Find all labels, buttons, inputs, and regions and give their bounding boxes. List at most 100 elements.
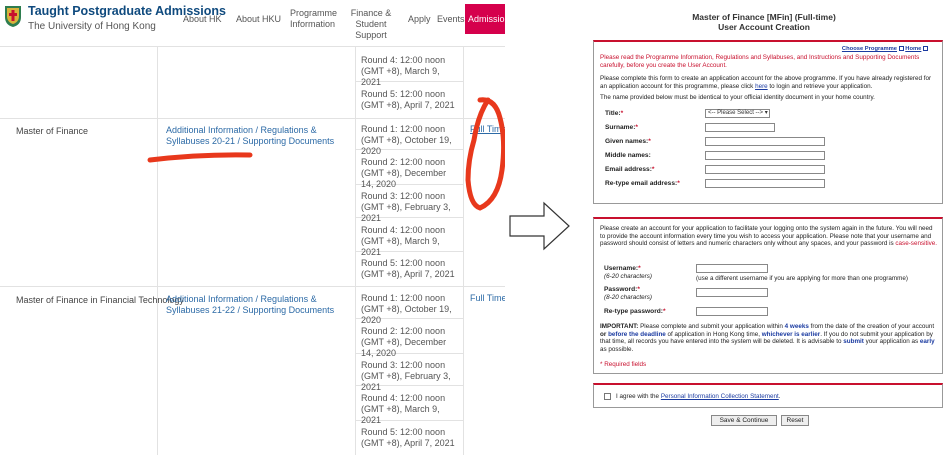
consent-section: I agree with the Personal Information Co… (593, 383, 943, 408)
important-early: early (919, 338, 935, 346)
round-cell: Round 3: 12:00 noon (GMT +8), February 3… (361, 191, 451, 223)
retype-email-label-text: Re-type email address: (605, 180, 678, 187)
nav-programme-information[interactable]: Programme Information (290, 8, 337, 30)
site-subtitle: The University of Hong Kong (28, 21, 156, 32)
circle-annotation (465, 97, 505, 211)
account-intro: Please create an account for your applic… (600, 225, 938, 248)
important-t2: from the date of the creation of your ac… (810, 323, 935, 330)
retype-email-input[interactable] (705, 179, 825, 188)
given-names-label-text: Given names: (605, 138, 649, 145)
mfin-full-time-link[interactable]: Full Time (470, 124, 505, 134)
nav-finance-student-support[interactable]: Finance & Student Support (343, 8, 399, 41)
important-notice: IMPORTANT: Please complete and submit yo… (600, 323, 940, 353)
identity-note: The name provided below must be identica… (600, 94, 875, 101)
agree-pre-text: I agree with the (616, 393, 660, 400)
round-cell: Round 1: 12:00 noon (GMT +8), October 19… (361, 293, 452, 325)
form-title-line1: Master of Finance [MFin] (Full-time) (692, 12, 836, 22)
account-creation-form-page: Master of Finance [MFin] (Full-time) Use… (583, 0, 945, 455)
round-cell: Round 1: 12:00 noon (GMT +8), October 19… (361, 124, 452, 156)
round-cell: Round 4: 12:00 noon (GMT +8), March 9, 2… (361, 55, 446, 87)
case-sensitive-text: case-sensitive. (895, 240, 938, 248)
important-t1: Please complete and submit your applicat… (640, 323, 783, 330)
agree-checkbox[interactable] (604, 393, 611, 400)
email-input[interactable] (705, 165, 825, 174)
mfintech-full-time-link[interactable]: Full Time (470, 293, 505, 303)
important-or: or (600, 330, 607, 338)
important-earlier: whichever is earlier (761, 330, 821, 338)
surname-input[interactable] (705, 123, 775, 132)
round-cell: Round 4: 12:00 noon (GMT +8), March 9, 2… (361, 393, 446, 425)
mfin-documents-link[interactable]: Additional Information / Regulations & S… (166, 125, 346, 147)
password-label: Password:* (604, 286, 640, 293)
site-header: Taught Postgraduate Admissions The Unive… (0, 0, 505, 40)
important-t5: your application as (865, 338, 919, 346)
reset-button[interactable]: Reset (781, 415, 809, 426)
retype-password-label-text: Re-type password: (604, 308, 663, 315)
nav-admissions[interactable]: Admissions (465, 4, 505, 34)
programme-listing-page: Taught Postgraduate Admissions The Unive… (0, 0, 505, 455)
programme-name-mfin: Master of Finance (16, 126, 89, 136)
form-title: Master of Finance [MFin] (Full-time) Use… (583, 12, 945, 32)
username-input[interactable] (696, 264, 768, 273)
important-before: before the deadline (608, 330, 666, 338)
round-cell: Round 5: 12:00 noon (GMT +8), April 7, 2… (361, 89, 455, 110)
middle-names-label: Middle names: (605, 152, 651, 159)
title-select[interactable]: <-- Please Select --> ▾ (705, 109, 770, 118)
required-fields-note: * Required fields (600, 361, 647, 368)
password-input[interactable] (696, 288, 768, 297)
nav-apply[interactable]: Apply (408, 14, 431, 25)
right-arrow-icon (509, 201, 570, 251)
round-cell: Round 4: 12:00 noon (GMT +8), March 9, 2… (361, 225, 446, 257)
important-lead: IMPORTANT: (600, 323, 639, 330)
email-label-text: Email address: (605, 166, 652, 173)
programme-name-mfintech: Master of Finance in Financial Technolog… (16, 295, 184, 305)
account-section: Please create an account for your applic… (593, 217, 943, 374)
external-window-icon (923, 46, 928, 51)
personal-details-section: Choose Programme Home Please read the Pr… (593, 40, 943, 204)
title-label: Title:* (605, 110, 624, 117)
email-label: Email address:* (605, 166, 655, 173)
important-weeks: 4 weeks (784, 323, 809, 330)
intro-text-b: to login and retrieve your application. (769, 82, 873, 90)
home-link[interactable]: Home (905, 46, 921, 52)
external-window-icon (898, 46, 904, 51)
important-t3: of application in Hong Kong time, (667, 330, 760, 338)
agree-text: I agree with the Personal Information Co… (616, 393, 781, 400)
username-label: Username:* (604, 265, 641, 272)
retype-password-label: Re-type password:* (604, 308, 666, 315)
middle-names-input[interactable] (705, 151, 825, 160)
login-here-link[interactable]: here (755, 83, 768, 90)
round-cell: Round 2: 12:00 noon (GMT +8), December 1… (361, 326, 447, 358)
round-cell: Round 5: 12:00 noon (GMT +8), April 7, 2… (361, 427, 455, 448)
top-links: Choose Programme Home (842, 46, 928, 54)
read-instructions-warning: Please read the Programme Information, R… (600, 54, 920, 69)
hku-crest-icon (5, 6, 21, 27)
username-label-text: Username: (604, 265, 639, 272)
pics-link[interactable]: Personal Information Collection Statemen… (661, 393, 779, 400)
given-names-input[interactable] (705, 137, 825, 146)
form-title-line2: User Account Creation (718, 22, 810, 32)
nav-events[interactable]: Events (437, 14, 465, 25)
important-t6: as possible. (600, 345, 634, 353)
username-note: (use a different username if you are app… (696, 275, 908, 282)
password-hint: (8-20 characters) (604, 294, 652, 301)
important-submit: submit (843, 338, 864, 346)
choose-programme-link[interactable]: Choose Programme (842, 46, 897, 52)
surname-label: Surname:* (605, 124, 638, 131)
mfintech-documents-link[interactable]: Additional Information / Regulations & S… (166, 294, 346, 316)
retype-password-input[interactable] (696, 307, 768, 316)
intro-text: Please complete this form to create an a… (600, 75, 938, 90)
password-label-text: Password: (604, 286, 638, 293)
nav-about-hk[interactable]: About HK (183, 14, 222, 25)
account-intro-text: Please create an account for your applic… (600, 225, 933, 248)
round-cell: Round 2: 12:00 noon (GMT +8), December 1… (361, 157, 447, 189)
round-cell: Round 3: 12:00 noon (GMT +8), February 3… (361, 360, 451, 392)
username-hint: (6-20 characters) (604, 273, 652, 280)
retype-email-label: Re-type email address:* (605, 180, 680, 187)
surname-label-text: Surname: (605, 124, 636, 131)
nav-about-hku[interactable]: About HKU (236, 14, 281, 25)
underline-annotation (147, 152, 253, 163)
title-label-text: Title: (605, 110, 621, 117)
save-continue-button[interactable]: Save & Continue (711, 415, 777, 426)
round-cell: Round 5: 12:00 noon (GMT +8), April 7, 2… (361, 258, 455, 279)
